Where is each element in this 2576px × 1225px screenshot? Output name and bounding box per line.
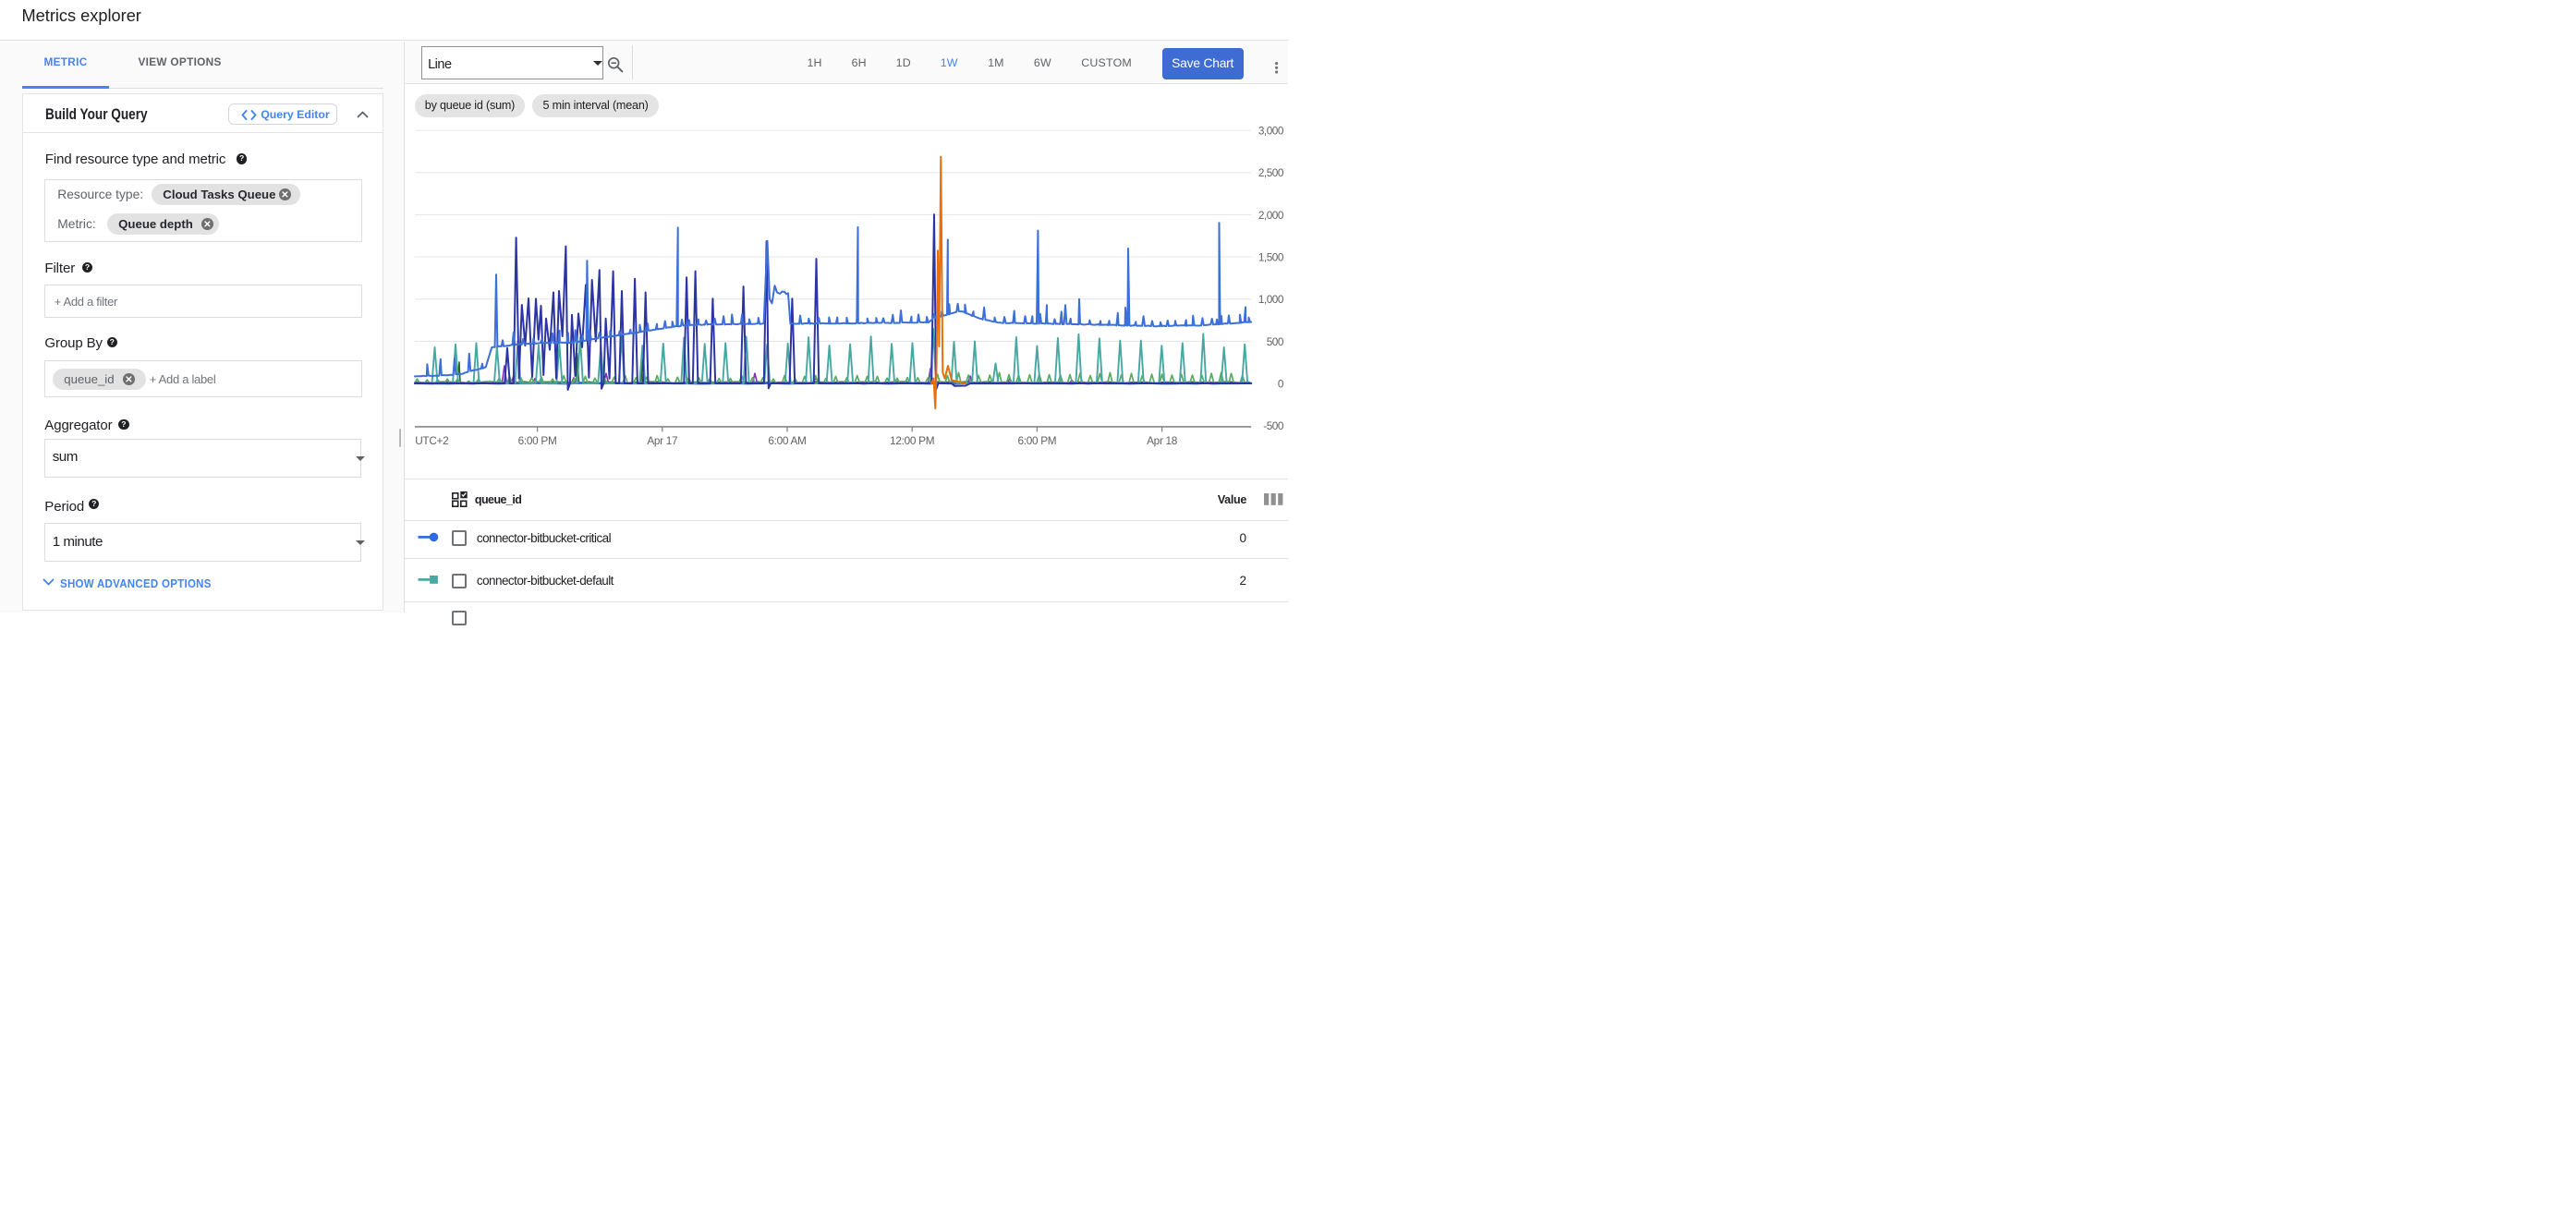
svg-text:500: 500 <box>1267 335 1284 348</box>
svg-text:UTC+2: UTC+2 <box>415 434 448 447</box>
svg-text:2,000: 2,000 <box>1258 209 1284 222</box>
svg-text:-500: -500 <box>1263 419 1284 432</box>
svg-text:1,500: 1,500 <box>1258 250 1284 263</box>
svg-text:Apr 17: Apr 17 <box>647 434 677 447</box>
svg-text:12:00 PM: 12:00 PM <box>890 434 934 447</box>
svg-text:3,000: 3,000 <box>1258 124 1284 137</box>
svg-text:1,000: 1,000 <box>1258 293 1284 306</box>
svg-text:Apr 18: Apr 18 <box>1147 434 1178 447</box>
svg-text:6:00 AM: 6:00 AM <box>768 434 806 447</box>
svg-text:0: 0 <box>1278 378 1284 391</box>
svg-text:6:00 PM: 6:00 PM <box>1017 434 1056 447</box>
svg-text:2,500: 2,500 <box>1258 166 1284 179</box>
svg-text:6:00 PM: 6:00 PM <box>518 434 557 447</box>
